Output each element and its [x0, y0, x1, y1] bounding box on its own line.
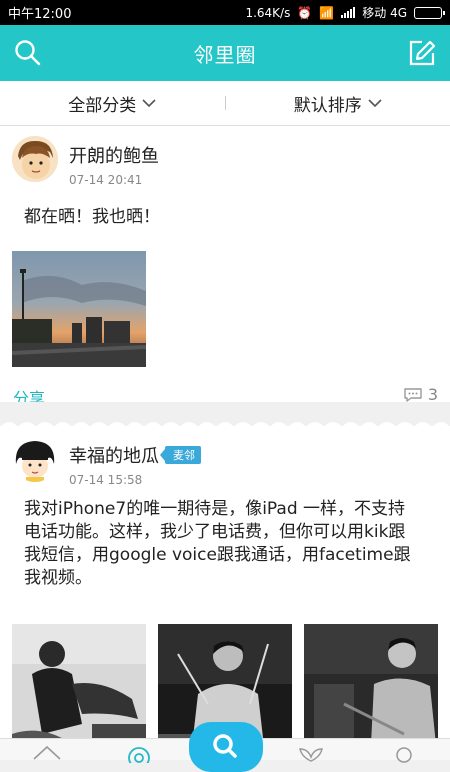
post-text: 我对iPhone7的唯一期待是，像iPad 一样，不支持电话功能。这样，我少了电…	[0, 496, 450, 590]
chevron-down-icon	[368, 99, 382, 108]
post-card[interactable]: 幸福的地瓜麦邻 07-14 15:58 我对iPhone7的唯一期待是，像iPa…	[0, 426, 450, 740]
location-icon	[124, 743, 154, 763]
category-filter-label: 全部分类	[68, 91, 136, 116]
leaf-icon	[296, 743, 326, 763]
post-time: 07-14 20:41	[69, 173, 142, 187]
tab-discover[interactable]	[296, 743, 326, 763]
post-photo[interactable]	[12, 251, 146, 367]
profile-icon	[389, 743, 419, 763]
post-author[interactable]: 开朗的鲍鱼	[69, 142, 159, 168]
carrier-label: 移动 4G	[362, 4, 407, 21]
sort-filter[interactable]: 默认排序	[226, 91, 450, 116]
filter-bar: 全部分类 默认排序	[0, 81, 450, 126]
chevron-down-icon	[142, 99, 156, 108]
search-icon[interactable]	[14, 39, 42, 67]
home-icon	[32, 743, 62, 763]
post-text: 都在晒！我也晒！	[0, 196, 450, 229]
avatar[interactable]	[12, 436, 58, 482]
sort-filter-label: 默认排序	[294, 91, 362, 116]
network-speed: 1.64K/s	[245, 6, 290, 20]
post-author[interactable]: 幸福的地瓜麦邻	[69, 442, 201, 468]
post-time: 07-14 15:58	[69, 473, 142, 487]
tab-profile[interactable]	[389, 743, 419, 763]
search-person-icon	[189, 722, 263, 760]
page-title: 邻里圈	[194, 39, 257, 68]
status-bar: 中午12:00 1.64K/s ⏰ 📶 移动 4G	[0, 0, 450, 25]
post-feed[interactable]: 开朗的鲍鱼 07-14 20:41 都在晒！我也晒！	[0, 126, 450, 740]
app-header: 邻里圈	[0, 25, 450, 81]
wifi-icon: 📶	[319, 6, 334, 20]
neighbor-badge: 麦邻	[165, 446, 201, 464]
edit-icon[interactable]	[408, 39, 436, 67]
post-author-name: 幸福的地瓜	[69, 446, 159, 467]
post-header: 幸福的地瓜麦邻 07-14 15:58	[0, 426, 450, 496]
signal-icon	[341, 7, 355, 18]
status-time: 中午12:00	[8, 3, 71, 22]
post-card[interactable]: 开朗的鲍鱼 07-14 20:41 都在晒！我也晒！	[0, 126, 450, 402]
comment-icon	[403, 387, 423, 403]
post-header: 开朗的鲍鱼 07-14 20:41	[0, 126, 450, 196]
post-separator	[0, 402, 450, 426]
post-photo[interactable]	[304, 624, 438, 740]
post-photo[interactable]	[12, 624, 146, 740]
avatar[interactable]	[12, 136, 58, 182]
battery-icon	[414, 7, 442, 19]
category-filter[interactable]: 全部分类	[0, 91, 225, 116]
tab-location[interactable]	[124, 743, 154, 763]
alarm-icon: ⏰	[297, 6, 312, 20]
tab-home[interactable]	[32, 743, 62, 763]
center-action-button[interactable]	[189, 722, 263, 772]
